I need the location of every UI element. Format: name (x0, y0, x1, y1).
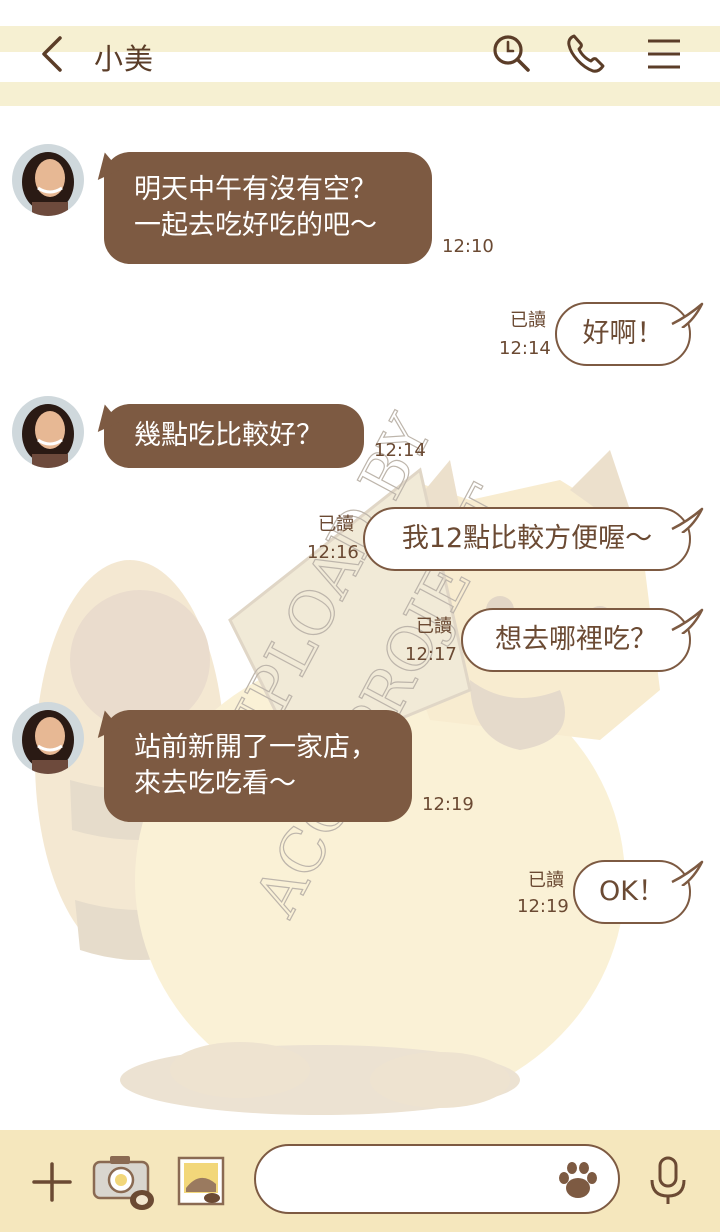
message-input-bar (0, 1130, 720, 1232)
message-bubble-outgoing[interactable]: 我12點比較方便喔～ (363, 507, 691, 571)
voice-button[interactable] (644, 1154, 692, 1208)
search-icon (493, 35, 530, 72)
menu-icon (648, 39, 680, 69)
message-bubble-incoming[interactable]: 明天中午有沒有空？ 一起去吃好吃的吧～ (104, 152, 432, 264)
message-time: 12:14 (374, 440, 426, 461)
paw-sticker-icon (559, 1162, 597, 1198)
message-bubble-incoming[interactable]: 站前新開了一家店， 來去吃吃看～ (104, 710, 412, 822)
bubble-tail (671, 507, 704, 533)
bubble-tail (671, 302, 704, 328)
message-time: 12:19 (422, 794, 474, 815)
back-chevron-icon (42, 36, 62, 72)
contact-avatar-photo (12, 702, 84, 774)
chat-header: 小美 (0, 0, 720, 110)
camera-button[interactable] (90, 1148, 160, 1214)
contact-avatar[interactable] (12, 702, 84, 774)
message-bubble-incoming[interactable]: 幾點吃比較好？ (104, 404, 364, 468)
call-button[interactable] (562, 30, 610, 78)
bubble-tail (671, 860, 704, 886)
photo-icon (177, 1156, 225, 1206)
menu-button[interactable] (640, 30, 688, 78)
message-time: 12:17 (405, 644, 457, 665)
contact-avatar[interactable] (12, 144, 84, 216)
bubble-tail (671, 608, 704, 634)
message-time: 12:16 (307, 542, 359, 563)
search-button[interactable] (488, 30, 536, 78)
back-button[interactable] (30, 30, 74, 78)
message-time: 12:19 (517, 896, 569, 917)
chat-title: 小美 (94, 42, 155, 76)
microphone-icon (650, 1156, 686, 1204)
message-bubble-outgoing[interactable]: 想去哪裡吃？ (461, 608, 691, 672)
add-attachment-button[interactable] (28, 1158, 76, 1206)
read-receipt: 已讀 (510, 310, 546, 331)
message-time: 12:14 (499, 338, 551, 359)
contact-avatar[interactable] (12, 396, 84, 468)
contact-avatar-photo (12, 144, 84, 216)
message-time: 12:10 (442, 236, 494, 257)
read-receipt: 已讀 (528, 870, 564, 891)
read-receipt: 已讀 (416, 616, 452, 637)
camera-icon (92, 1156, 154, 1210)
phone-icon (567, 34, 605, 73)
photo-button[interactable] (176, 1154, 226, 1208)
plus-icon (32, 1162, 72, 1202)
read-receipt: 已讀 (318, 514, 354, 535)
sticker-button[interactable] (554, 1156, 602, 1204)
contact-avatar-photo (12, 396, 84, 468)
